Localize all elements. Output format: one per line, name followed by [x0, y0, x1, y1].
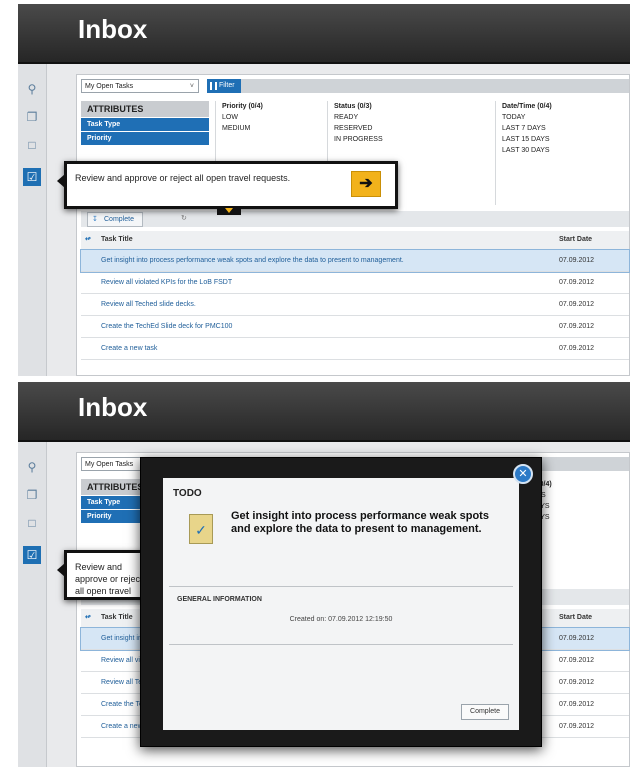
- task-type-tooltip: Review and approve or reject all open tr…: [57, 161, 398, 215]
- task-title-link[interactable]: Create a new task: [101, 338, 157, 359]
- datetime-option[interactable]: LAST 30 DAYS: [496, 145, 630, 156]
- table-row[interactable]: Get insight into process performance wea…: [80, 249, 630, 273]
- task-title-link[interactable]: Get insight into process performance wea…: [101, 250, 404, 271]
- task-check-icon[interactable]: ☑: [23, 546, 41, 564]
- priority-option[interactable]: LOW: [216, 112, 328, 123]
- datetime-header: Date/Time (0/4): [502, 103, 552, 110]
- complete-label: Complete: [104, 216, 134, 223]
- status-header: Status (0/3): [334, 103, 372, 110]
- inbox-screenshot-modal: Inbox ⚲ ❐ □ ☑ My Open Tasks ATTRIBUTES T…: [18, 382, 630, 767]
- datetime-filter: Date/Time (0/4) TODAY LAST 7 DAYS LAST 1…: [495, 101, 630, 205]
- column-start-date[interactable]: Start Date: [559, 609, 592, 627]
- table-row[interactable]: Create the TechEd Slide deck for PMC100 …: [81, 316, 629, 338]
- toolbar: My Open Tasks ˅ Filter: [81, 79, 629, 95]
- view-select-value: My Open Tasks: [85, 461, 134, 468]
- status-option[interactable]: RESERVED: [328, 123, 466, 134]
- arrow-right-icon[interactable]: ➔: [351, 171, 381, 197]
- search-icon[interactable]: ⚲: [23, 80, 41, 98]
- task-start-date: 07.09.2012: [559, 723, 595, 730]
- priority-header: Priority (0/4): [222, 103, 263, 110]
- filter-button[interactable]: Filter: [207, 79, 241, 93]
- task-start-date: 07.09.2012: [559, 635, 595, 642]
- todo-clipboard-icon: ✓: [189, 514, 213, 544]
- general-information-header: GENERAL INFORMATION: [177, 596, 262, 603]
- created-on-text: Created on: 07.09.2012 12:19:50: [289, 616, 393, 623]
- inbox-panel: My Open Tasks ˅ Filter ATTRIBUTES Task T…: [76, 74, 630, 376]
- attribute-task-type[interactable]: Task Type: [81, 118, 209, 131]
- dialog-task-title: Get insight into process performance wea…: [231, 510, 489, 535]
- comment-icon[interactable]: □: [23, 136, 41, 154]
- column-task-title[interactable]: Task Title: [101, 231, 133, 249]
- app-header: Inbox: [18, 4, 630, 64]
- search-icon[interactable]: ⚲: [23, 458, 41, 476]
- table-row[interactable]: Create a new task 07.09.2012: [81, 338, 629, 360]
- attributes-list: ATTRIBUTES Task Type Priority: [81, 101, 209, 145]
- task-start-date: 07.09.2012: [559, 679, 595, 686]
- filter-icon: [210, 82, 217, 90]
- complete-icon: ↧: [92, 216, 98, 223]
- close-icon[interactable]: ✕: [513, 464, 533, 484]
- table-row[interactable]: Review all Teched slide decks. 07.09.201…: [81, 294, 629, 316]
- tooltip-pointer: [57, 563, 65, 577]
- view-select[interactable]: My Open Tasks ˅: [81, 79, 199, 93]
- left-nav: ⚲ ❐ □ ☑: [18, 64, 47, 376]
- page-title: Inbox: [78, 392, 148, 422]
- dialog-body: ✕ TODO ✓ Get insight into process perfor…: [163, 464, 533, 730]
- tooltip-pointer: [57, 174, 65, 188]
- task-title-link[interactable]: Create the TechEd Slide deck for PMC100: [101, 316, 232, 337]
- task-start-date: 07.09.2012: [559, 323, 595, 330]
- column-start-date[interactable]: Start Date: [559, 231, 592, 249]
- table-row[interactable]: Review all violated KPIs for the LoB FSD…: [81, 272, 629, 294]
- task-start-date: 07.09.2012: [559, 701, 595, 708]
- attributes-header: ATTRIBUTES: [81, 101, 209, 117]
- task-title-link[interactable]: Review all violated KPIs for the LoB FSD…: [101, 272, 232, 293]
- page-title: Inbox: [78, 14, 148, 44]
- task-detail-dialog: ✕ TODO ✓ Get insight into process perfor…: [140, 457, 542, 747]
- copy-icon[interactable]: ❐: [23, 108, 41, 126]
- divider: [169, 644, 513, 645]
- status-option[interactable]: READY: [328, 112, 466, 123]
- divider: [169, 586, 513, 587]
- app-header: Inbox: [18, 382, 630, 442]
- task-start-date: 07.09.2012: [559, 657, 595, 664]
- column-task-title[interactable]: Task Title: [101, 609, 133, 627]
- inbox-screenshot-tooltip: Inbox ⚲ ❐ □ ☑ My Open Tasks ˅ Filter ATT…: [18, 4, 630, 376]
- task-start-date: 07.09.2012: [559, 257, 595, 264]
- datetime-option[interactable]: LAST 15 DAYS: [496, 134, 630, 145]
- datetime-option[interactable]: LAST 7 DAYS: [496, 123, 630, 134]
- filter-bar: [241, 79, 629, 93]
- copy-icon[interactable]: ❐: [23, 486, 41, 504]
- task-table: ↫ Task Title Start Date Get insight into…: [80, 231, 630, 360]
- comment-icon[interactable]: □: [23, 514, 41, 532]
- action-bar: ↧ Complete ↻: [81, 211, 629, 227]
- task-check-icon[interactable]: ☑: [23, 168, 41, 186]
- task-start-date: 07.09.2012: [559, 301, 595, 308]
- tooltip-notch: [217, 206, 241, 215]
- chevron-down-icon: ˅: [189, 83, 194, 90]
- tooltip-text: Review and approve or reject all open tr…: [75, 173, 291, 183]
- task-start-date: 07.09.2012: [559, 345, 595, 352]
- select-all-icon[interactable]: ↫: [85, 231, 97, 249]
- complete-button[interactable]: ↧ Complete: [87, 212, 143, 227]
- task-start-date: 07.09.2012: [559, 279, 595, 286]
- table-header: ↫ Task Title Start Date: [81, 231, 629, 250]
- status-option[interactable]: IN PROGRESS: [328, 134, 466, 145]
- forward-button[interactable]: ↻: [181, 212, 187, 225]
- datetime-option[interactable]: TODAY: [496, 112, 630, 123]
- priority-option[interactable]: MEDIUM: [216, 123, 328, 134]
- task-type-tooltip: Review and approve or reject all open tr…: [57, 550, 150, 600]
- left-nav: ⚲ ❐ □ ☑: [18, 442, 47, 767]
- view-select-value: My Open Tasks: [85, 83, 134, 90]
- dialog-heading: TODO: [173, 488, 202, 499]
- select-all-icon[interactable]: ↫: [85, 609, 97, 627]
- task-title-link[interactable]: Review all Teched slide decks.: [101, 294, 196, 315]
- attribute-priority[interactable]: Priority: [81, 132, 209, 145]
- complete-button[interactable]: Complete: [461, 704, 509, 720]
- filter-label: Filter: [219, 82, 235, 89]
- tooltip-text: Review and approve or reject all open tr…: [75, 562, 143, 596]
